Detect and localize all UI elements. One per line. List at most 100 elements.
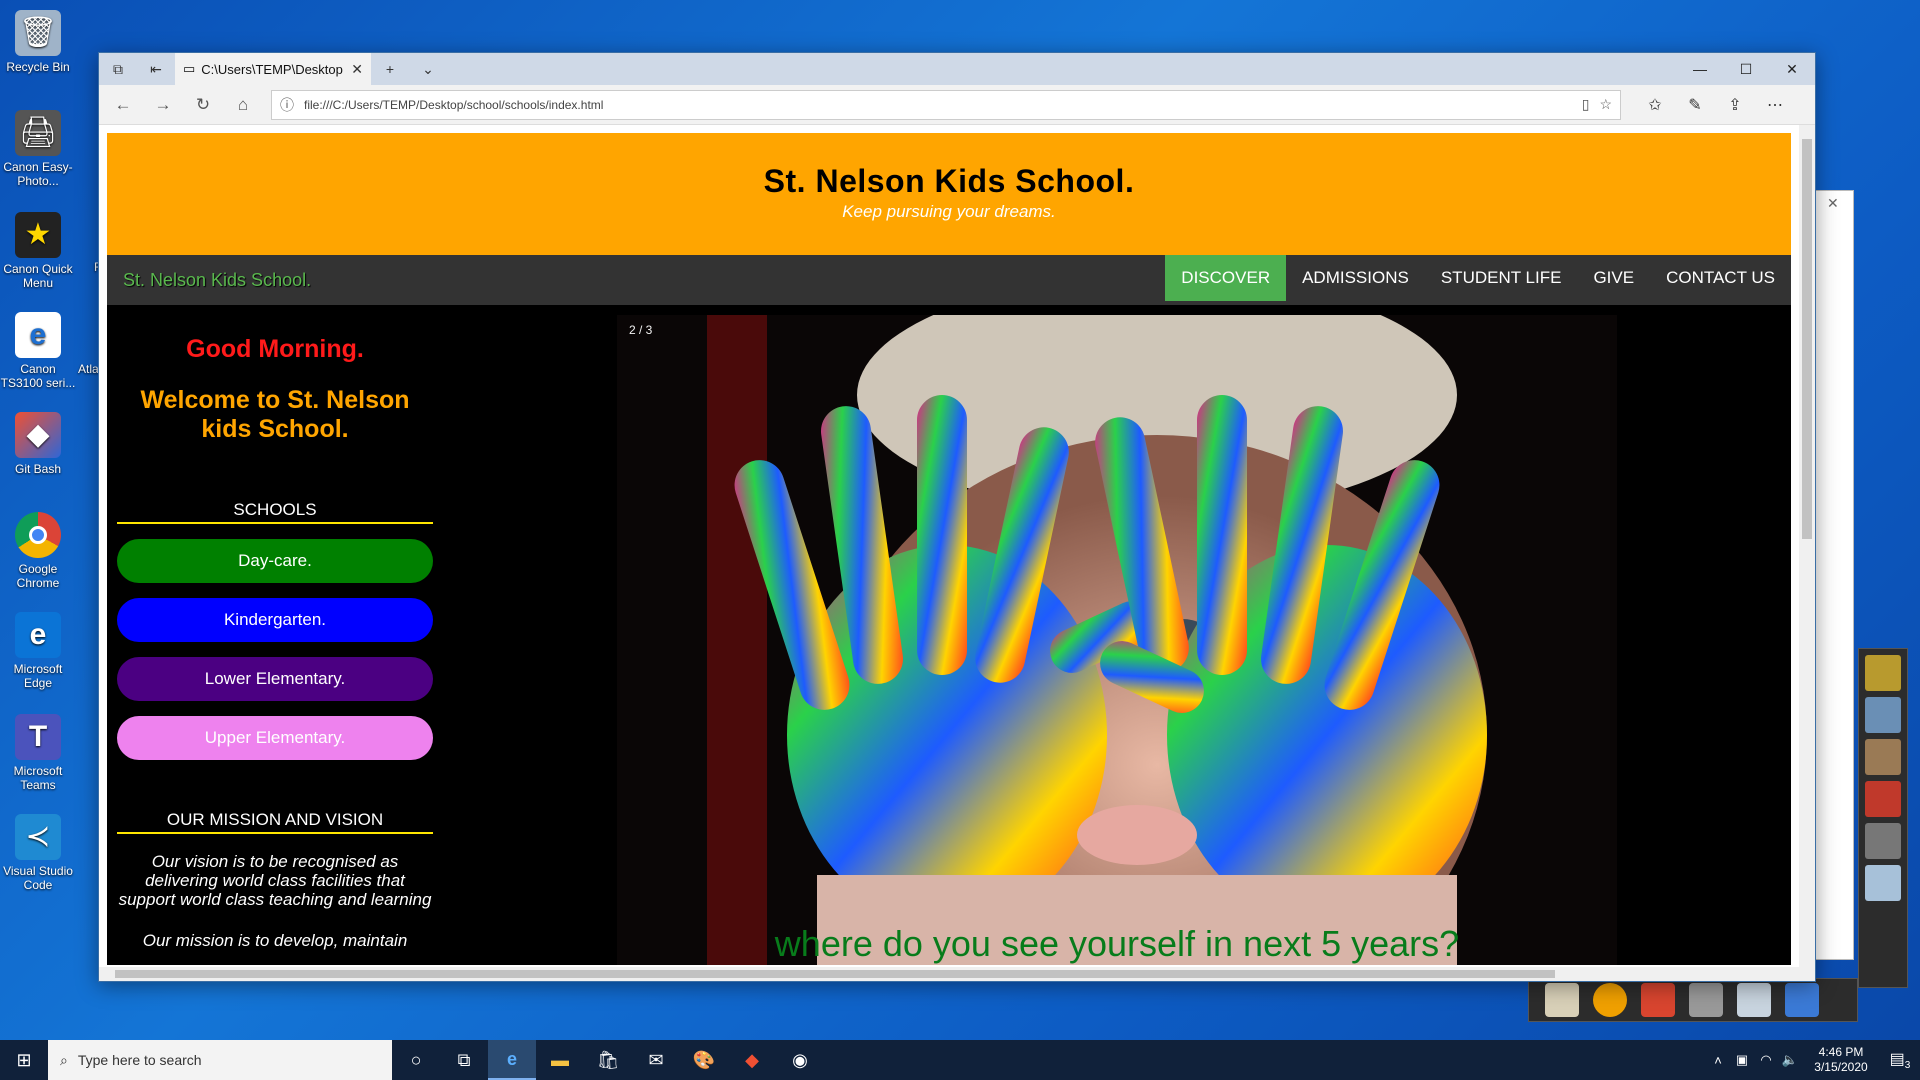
browser-window: ⧉ ⇤ ▭ C:\Users\TEMP\Desktop ✕ + ⌄ — ☐ ✕ … [98,52,1816,982]
school-upper-elementary-button[interactable]: Upper Elementary. [117,716,433,760]
refresh-icon[interactable]: ↻ [183,89,223,121]
edge-legacy-icon: e [15,312,61,358]
desktop-icon-google-chrome[interactable]: Google Chrome [0,506,76,602]
exit-icon[interactable] [1785,983,1819,1017]
file-explorer-icon[interactable]: ▬ [536,1040,584,1080]
desktop-partial-label: Atla [78,362,99,376]
nav-admissions[interactable]: ADMISSIONS [1286,255,1425,301]
page-icon: ▭ [183,61,196,76]
desktop-icon-canon-easy-photo[interactable]: 🖨 Canon Easy-Photo... [0,104,76,200]
printer-icon[interactable] [1865,823,1901,859]
url-text[interactable]: file:///C:/Users/TEMP/Desktop/school/sch… [304,98,1572,112]
notification-center-icon[interactable]: ▤3 [1880,1049,1920,1071]
windows-start-icon[interactable]: ⊞ [0,1040,48,1080]
chrome-icon [15,512,61,558]
teams-icon: T [15,714,61,760]
maximize-button[interactable]: ☐ [1723,53,1769,85]
edge-icon: e [15,612,61,658]
taskbar-search[interactable]: ⌕ Type here to search [48,1040,392,1080]
nav-contact-us[interactable]: CONTACT US [1650,255,1791,301]
favorite-star-icon[interactable]: ☆ [1599,96,1612,113]
canon-quick-menu-icon: ★ [15,212,61,258]
mail-icon[interactable]: ✉ [632,1040,680,1080]
layout-icon[interactable] [1865,865,1901,901]
pen-icon[interactable]: ✎ [1675,89,1715,121]
tab-manager-icon[interactable]: ⧉ [99,53,137,85]
system-tray: ˄ ▣ ◠ 🔈 4:46 PM 3/15/2020 ▤3 [1706,1040,1920,1080]
store-icon[interactable]: 🛍 [584,1040,632,1080]
scrollbar-thumb[interactable] [1802,139,1812,539]
tab-title: C:\Users\TEMP\Desktop [201,61,343,77]
address-bar[interactable]: ⓘ file:///C:/Users/TEMP/Desktop/school/s… [271,89,1621,120]
taskbar-chrome-icon[interactable]: ◉ [776,1040,824,1080]
site-brand[interactable]: St. Nelson Kids School. [123,270,311,291]
search-placeholder: Type here to search [77,1052,202,1068]
cortana-icon[interactable]: ○ [392,1040,440,1080]
scrollbar-thumb[interactable] [115,970,1555,978]
close-icon[interactable]: ✕ [1827,195,1839,212]
more-icon[interactable]: ⋯ [1755,89,1795,121]
clock-date: 3/15/2020 [1814,1060,1868,1074]
cart-icon[interactable] [1689,983,1723,1017]
desktop-icon-label: Recycle Bin [6,60,70,74]
taskbar: ⊞ ⌕ Type here to search ○ ⧉ e ▬ 🛍 ✉ 🎨 ◆ … [0,1040,1920,1080]
minimize-button[interactable]: — [1677,53,1723,85]
toolbox-icon[interactable] [1641,983,1675,1017]
recycle-bin-icon: 🗑 [15,10,61,56]
forward-icon[interactable]: → [143,89,183,121]
help-icon[interactable] [1737,983,1771,1017]
desktop-icon-microsoft-edge[interactable]: e Microsoft Edge [0,606,76,702]
nav-discover[interactable]: DISCOVER [1165,255,1287,301]
album-icon[interactable] [1865,781,1901,817]
vertical-scrollbar[interactable] [1799,125,1815,981]
set-aside-tabs-icon[interactable]: ⇤ [137,53,175,85]
taskbar-edge-icon[interactable]: e [488,1040,536,1080]
close-button[interactable]: ✕ [1769,53,1815,85]
tab-preview-chevron-icon[interactable]: ⌄ [409,53,447,85]
desktop-icon-label: Visual Studio Code [3,864,73,892]
vscode-icon: ≺ [15,814,61,860]
wireless-icon[interactable] [1593,983,1627,1017]
school-lower-elementary-button[interactable]: Lower Elementary. [117,657,433,701]
photo-app-icon[interactable] [1865,697,1901,733]
horizontal-scrollbar[interactable] [99,967,1799,981]
slideshow: 2 / 3 where do you see yourself in next … [617,315,1617,965]
nav-give[interactable]: GIVE [1577,255,1650,301]
welcome-heading: Welcome to St. Nelson kids School. [140,386,410,443]
chevron-up-icon[interactable]: ˄ [1706,1053,1730,1068]
creative-park-icon[interactable] [1865,655,1901,691]
info-icon[interactable]: ⓘ [280,95,294,115]
wifi-icon[interactable]: ◠ [1754,1052,1778,1068]
task-view-icon[interactable]: ⧉ [440,1040,488,1080]
app-launcher-panel [1858,648,1908,988]
site-title: St. Nelson Kids School. [763,163,1135,199]
back-icon[interactable]: ← [103,89,143,121]
nav-student-life[interactable]: STUDENT LIFE [1425,255,1578,301]
security-icon[interactable]: ▣ [1730,1052,1754,1068]
school-daycare-button[interactable]: Day-care. [117,539,433,583]
school-kindergarten-button[interactable]: Kindergarten. [117,598,433,642]
volume-icon[interactable]: 🔈 [1778,1052,1802,1068]
greeting: Good Morning. [186,335,364,363]
desktop-icon-microsoft-teams[interactable]: T Microsoft Teams [0,708,76,804]
desktop-icon-recycle-bin[interactable]: 🗑 Recycle Bin [0,4,76,100]
desktop-icon-git-bash[interactable]: ◆ Git Bash [0,406,76,502]
reading-view-icon[interactable]: ▯ [1582,96,1590,113]
desktop-icon-vscode[interactable]: ≺ Visual Studio Code [0,808,76,904]
desktop-icon-canon-ts3100[interactable]: e Canon TS3100 seri... [0,306,76,402]
clock[interactable]: 4:46 PM 3/15/2020 [1802,1045,1880,1075]
taskbar-git-icon[interactable]: ◆ [728,1040,776,1080]
share-icon[interactable]: ⇪ [1715,89,1755,121]
desktop-icon-canon-quick-menu[interactable]: ★ Canon Quick Menu [0,206,76,302]
site-header: St. Nelson Kids School. Keep pursuing yo… [107,133,1791,255]
photo-print-icon[interactable] [1545,983,1579,1017]
favorites-icon[interactable]: ✩ [1635,89,1675,121]
new-tab-icon[interactable]: + [371,53,409,85]
close-tab-icon[interactable]: ✕ [351,61,363,78]
home-icon[interactable]: ⌂ [223,89,263,121]
browser-tab[interactable]: ▭ C:\Users\TEMP\Desktop ✕ [175,53,371,85]
slide-counter: 2 / 3 [629,323,653,337]
paint-icon[interactable]: 🎨 [680,1040,728,1080]
title-bar: ⧉ ⇤ ▭ C:\Users\TEMP\Desktop ✕ + ⌄ — ☐ ✕ [99,53,1815,85]
photo-frame-icon[interactable] [1865,739,1901,775]
